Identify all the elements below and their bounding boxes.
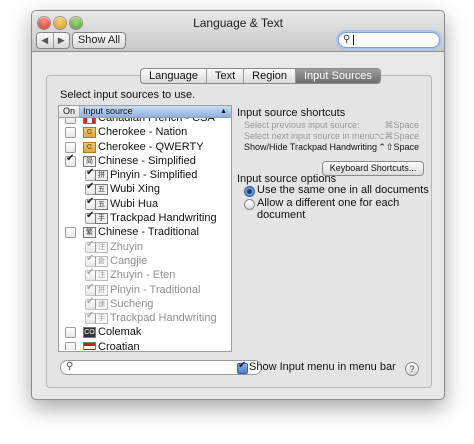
wubi-icon: 五 — [95, 184, 108, 196]
input-source-checkbox[interactable] — [65, 118, 76, 124]
input-source-label: Zhuyin — [110, 240, 144, 253]
list-header: On Input source ▲ — [59, 106, 231, 118]
input-source-row[interactable]: 注Zhuyin - Eten — [59, 267, 231, 282]
radio-same-for-all-documents[interactable] — [244, 186, 255, 197]
canada-flag-icon — [83, 118, 96, 124]
search-icon: ⚲ — [66, 361, 74, 372]
shortcut-key-handwriting: ⌃⇧Space — [378, 142, 419, 152]
input-source-row[interactable]: 速Sucheng — [59, 296, 231, 311]
input-source-row[interactable]: 繁 Chinese - Traditional — [59, 225, 231, 239]
help-button[interactable]: ? — [405, 362, 419, 376]
column-header-label: Input source — [83, 106, 133, 116]
preferences-search-field[interactable]: ⚲ — [338, 32, 440, 48]
input-source-label: Wubi Xing — [110, 183, 160, 196]
input-source-label: Trackpad Handwriting — [110, 312, 217, 325]
sort-ascending-icon: ▲ — [220, 108, 227, 115]
zhuyin-icon: 注 — [95, 270, 108, 282]
input-source-search-field[interactable]: ⚲ — [60, 360, 262, 375]
input-source-checkbox[interactable] — [65, 141, 76, 153]
input-source-row[interactable]: 五Wubi Hua — [59, 196, 231, 211]
input-source-label: Chinese - Traditional — [98, 226, 199, 239]
shortcut-label-previous: Select previous input source: — [244, 120, 360, 130]
input-source-label: Canadian French - CSA — [98, 118, 215, 124]
shortcut-key-previous: ⌘Space — [384, 120, 419, 130]
colemak-icon: CO — [83, 327, 96, 339]
input-source-label: Sucheng — [110, 297, 154, 310]
input-source-label: Cherokee - Nation — [98, 126, 188, 139]
input-source-row[interactable]: Canadian French - CSA — [59, 118, 231, 125]
instruction-text: Select input sources to use. — [60, 89, 196, 101]
shortcut-label-next: Select next input source in menu: — [244, 131, 378, 141]
shortcut-key-next: ⌥⌘Space — [374, 131, 419, 141]
input-source-row[interactable]: 注Zhuyin — [59, 239, 231, 254]
input-source-label: Pinyin - Simplified — [110, 169, 198, 182]
window-title: Language & Text — [193, 16, 283, 30]
radio-label-same-for-all[interactable]: Use the same one in all documents — [257, 184, 429, 196]
input-source-checkbox[interactable] — [65, 127, 76, 139]
input-source-row[interactable]: Croatian — [59, 340, 231, 350]
column-header-on[interactable]: On — [59, 106, 80, 117]
text-caret — [353, 35, 354, 45]
input-source-row[interactable]: 手Trackpad Handwriting — [59, 310, 231, 325]
input-source-label: Chinese - Simplified — [98, 154, 196, 167]
input-source-row[interactable]: Ꮳ Cherokee - QWERTY — [59, 140, 231, 154]
handwriting-icon: 手 — [95, 313, 108, 325]
radio-different-per-document[interactable] — [244, 199, 255, 210]
input-source-row[interactable]: CO Colemak — [59, 325, 231, 339]
tab-language[interactable]: Language — [141, 69, 207, 83]
tab-text[interactable]: Text — [207, 69, 245, 83]
preferences-window: Language & Text ◀ ▶ Show All ⚲ Language … — [31, 10, 445, 400]
wubi-icon: 五 — [95, 198, 108, 210]
search-icon: ⚲ — [343, 34, 351, 45]
input-source-checkbox[interactable] — [65, 227, 76, 239]
input-source-label: Colemak — [98, 326, 142, 339]
back-arrow-icon[interactable]: ◀ — [37, 33, 54, 48]
forward-arrow-icon[interactable]: ▶ — [54, 33, 70, 48]
back-forward-control: ◀ ▶ — [36, 32, 70, 49]
input-source-label: Croatian — [98, 340, 140, 350]
input-source-row[interactable]: 倉Cangjie — [59, 253, 231, 268]
input-source-checkbox[interactable] — [65, 153, 76, 167]
keyboard-shortcuts-button[interactable]: Keyboard Shortcuts... — [322, 161, 424, 176]
handwriting-icon: 手 — [95, 213, 108, 225]
show-input-menu-checkbox[interactable] — [237, 360, 248, 374]
sucheng-icon: 速 — [95, 298, 108, 310]
input-source-row[interactable]: Ꮳ Cherokee - Nation — [59, 125, 231, 139]
column-header-input-source[interactable]: Input source ▲ — [80, 106, 231, 117]
cherokee-icon: Ꮳ — [83, 141, 96, 153]
shortcut-label-handwriting: Show/Hide Trackpad Handwriting — [244, 142, 378, 152]
input-source-row[interactable]: 简Chinese - Simplified — [59, 153, 231, 168]
input-source-label: Pinyin - Traditional — [110, 283, 201, 296]
chinese-icon: 简 — [83, 155, 96, 167]
input-source-list[interactable]: On Input source ▲ Canadian French - CSA Ꮳ… — [58, 105, 232, 352]
input-source-label: Trackpad Handwriting — [110, 212, 217, 225]
input-source-checkbox[interactable] — [65, 327, 76, 339]
input-source-row[interactable]: 拼Pinyin - Traditional — [59, 282, 231, 297]
cangjie-icon: 倉 — [95, 255, 108, 267]
input-source-label: Zhuyin - Eten — [110, 269, 176, 282]
input-source-label: Wubi Hua — [110, 197, 159, 210]
chinese-icon: 繁 — [83, 227, 96, 239]
list-rows: Canadian French - CSA Ꮳ Cherokee - Nation Ꮳ… — [59, 118, 231, 350]
tab-input-sources[interactable]: Input Sources — [296, 69, 380, 83]
input-source-label: Cangjie — [110, 254, 148, 267]
zhuyin-icon: 注 — [95, 241, 108, 253]
show-all-button[interactable]: Show All — [72, 32, 126, 49]
pinyin-icon: 拼 — [95, 284, 108, 296]
input-source-row[interactable]: 手Trackpad Handwriting — [59, 210, 231, 225]
tab-bar: Language Text Region Input Sources — [140, 68, 381, 84]
input-source-row[interactable]: 五Wubi Xing — [59, 181, 231, 196]
input-source-row[interactable]: 拼Pinyin - Simplified — [59, 167, 231, 182]
list-rows-content: Canadian French - CSA Ꮳ Cherokee - Nation Ꮳ… — [59, 118, 231, 350]
title-bar: Language & Text ◀ ▶ Show All ⚲ — [32, 11, 444, 52]
input-source-label: Cherokee - QWERTY — [98, 140, 204, 153]
croatia-flag-icon — [83, 341, 96, 350]
pinyin-icon: 拼 — [95, 170, 108, 182]
tab-region[interactable]: Region — [244, 69, 296, 83]
cherokee-icon: Ꮳ — [83, 127, 96, 139]
input-source-checkbox[interactable] — [65, 341, 76, 350]
show-input-menu-label[interactable]: Show Input menu in menu bar — [249, 361, 396, 373]
shortcuts-heading: Input source shortcuts — [237, 107, 346, 119]
radio-label-different-per-document[interactable]: Allow a different one for each document — [257, 197, 444, 221]
